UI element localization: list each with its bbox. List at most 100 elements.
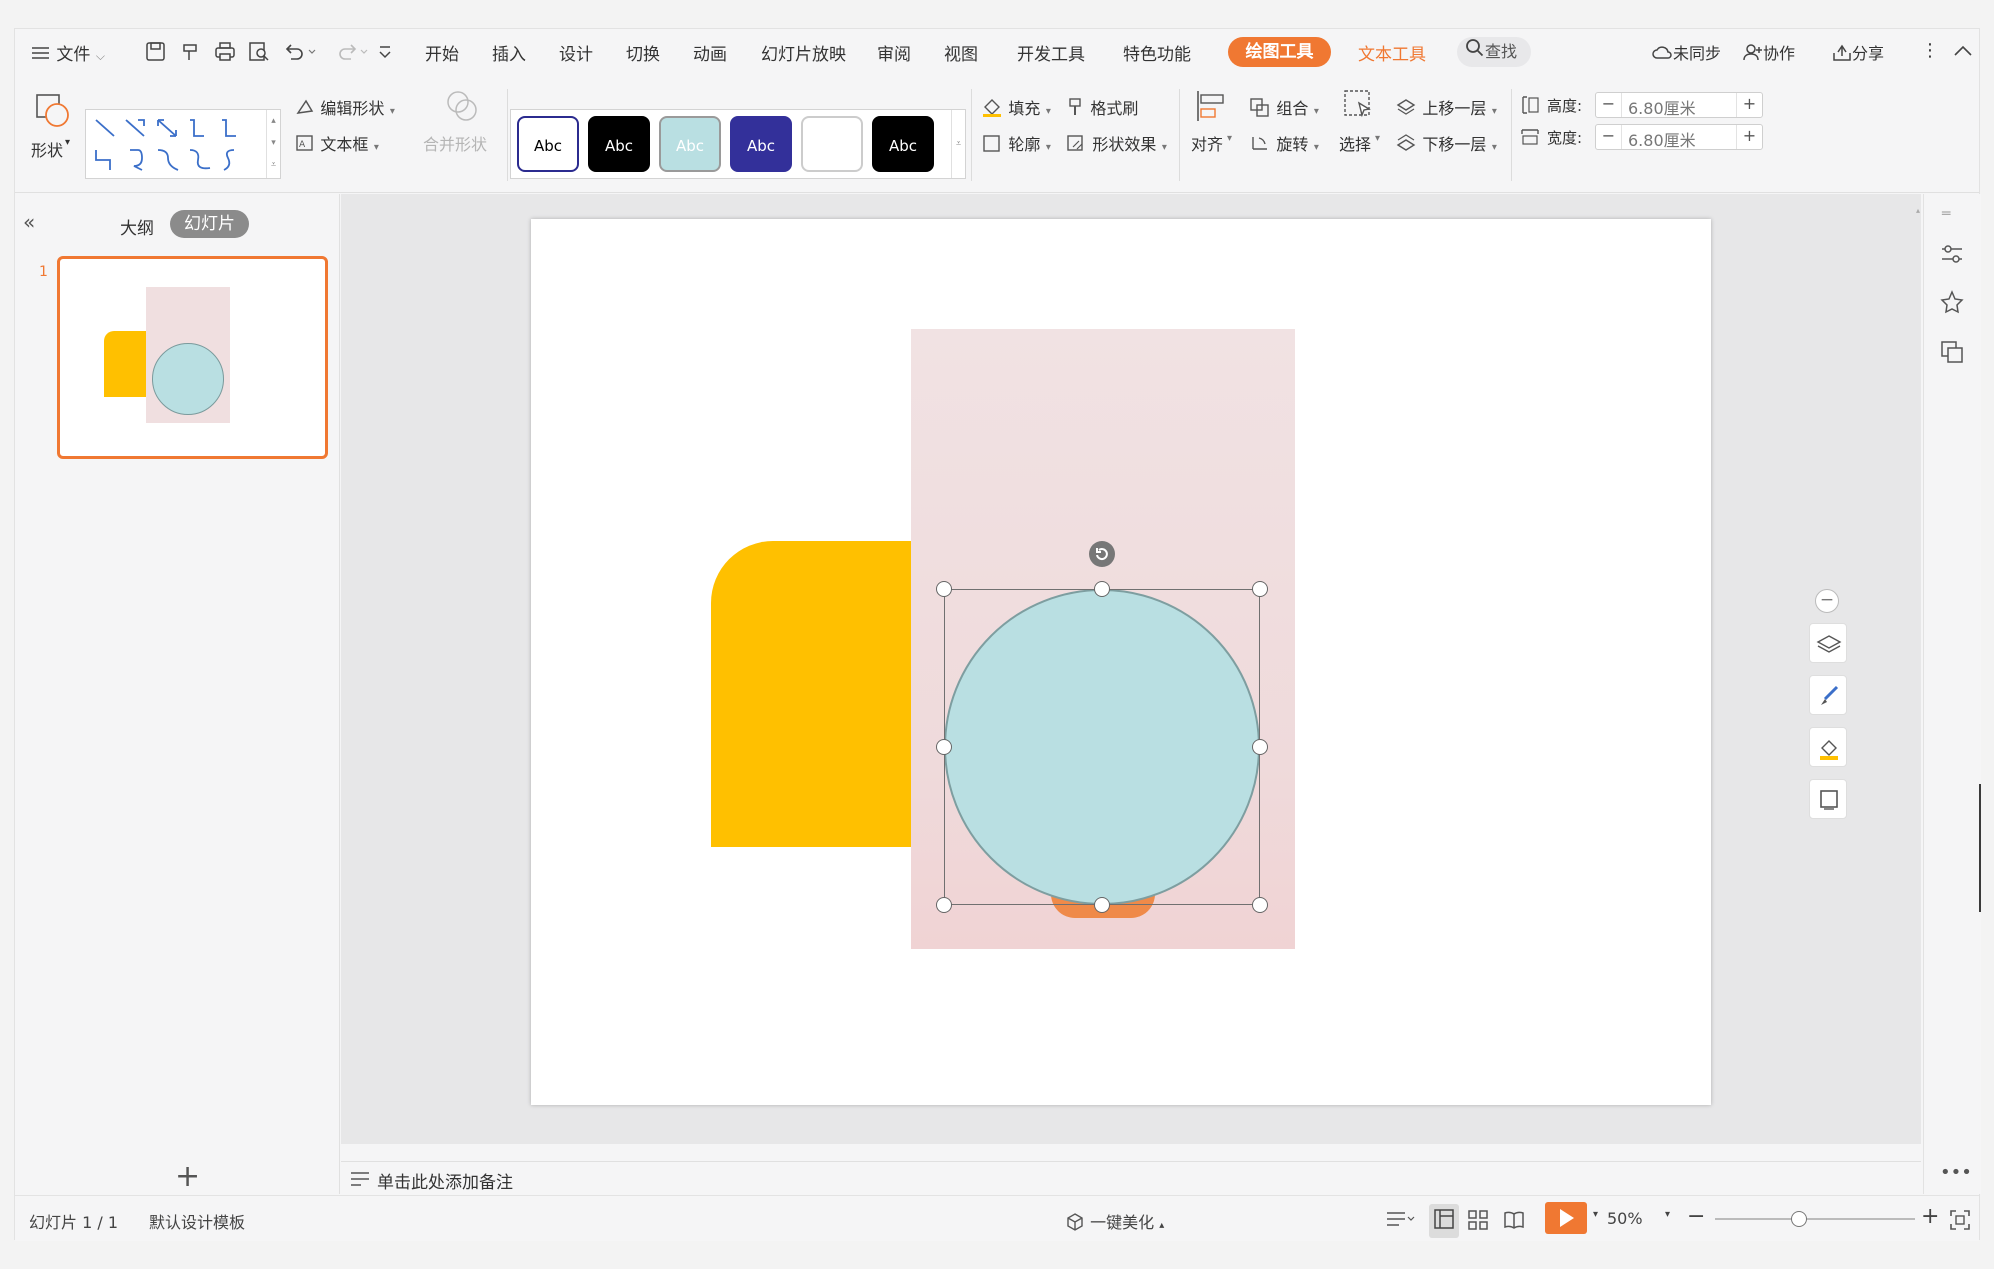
rotate-button[interactable]: 旋转 ▾ [1249,131,1319,158]
chevron-down-icon[interactable]: ▾ [1593,1209,1598,1220]
save-icon[interactable] [145,41,167,68]
zoom-level[interactable]: 50% [1607,1209,1643,1228]
shape-style-swatch[interactable]: Abc [659,116,721,172]
styles-more-button[interactable]: ⩡ [951,110,965,178]
tab-text-tools[interactable]: 文本工具 [1358,40,1426,65]
resize-handle-top-right[interactable] [1252,581,1268,597]
shape-style-swatch[interactable] [801,116,863,172]
height-value[interactable]: 6.80厘米 [1628,95,1696,119]
more-options-icon[interactable]: ⋮ [1921,40,1939,61]
properties-icon[interactable] [1940,242,1964,271]
drag-handle-icon[interactable]: ═ [1942,206,1950,222]
height-decrement-button[interactable]: − [1596,93,1622,117]
notes-bar[interactable]: 单击此处添加备注 [341,1161,1921,1195]
fit-window-icon[interactable] [1949,1209,1971,1235]
yellow-rounded-shape[interactable] [711,541,921,847]
text-box-button[interactable]: A 文本框 ▾ [295,131,379,157]
tab-slideshow[interactable]: 幻灯片放映 [761,40,846,65]
layers-button[interactable] [1809,623,1847,663]
resize-handle-left[interactable] [936,739,952,755]
more-icon[interactable]: ••• [1940,1162,1972,1183]
template-name[interactable]: 默认设计模板 [149,1209,245,1233]
print-preview-icon[interactable] [248,41,270,68]
selected-circle-shape[interactable] [944,589,1260,905]
slide-thumbnail[interactable] [57,256,328,459]
bring-forward-button[interactable]: 上移一层 ▾ [1395,95,1497,122]
fill-button[interactable]: 填充 ▾ [981,95,1051,122]
width-decrement-button[interactable]: − [1596,125,1622,149]
fill-color-button[interactable] [1809,727,1847,767]
tab-slides[interactable]: 幻灯片 [170,210,249,238]
resize-handle-top-left[interactable] [936,581,952,597]
rotate-handle[interactable] [1089,541,1115,567]
print-icon[interactable] [214,41,236,68]
height-increment-button[interactable]: + [1736,93,1762,117]
star-icon[interactable] [1940,290,1964,319]
width-value[interactable]: 6.80厘米 [1628,127,1696,151]
shape-style-swatch[interactable]: Abc [588,116,650,172]
tab-review[interactable]: 审阅 [877,40,911,65]
merge-shape-button[interactable]: 合并形状 [423,89,503,179]
resize-handle-bottom[interactable] [1094,897,1110,913]
resize-handle-bottom-left[interactable] [936,897,952,913]
outline-button[interactable]: 轮廓 ▾ [981,131,1051,158]
beautify-button[interactable]: 一键美化 ▴ [1065,1209,1164,1236]
vertical-scrollbar[interactable]: ▴ [1916,204,1921,1134]
zoom-slider[interactable] [1715,1211,1915,1227]
undo-icon[interactable] [283,41,317,68]
share-button[interactable]: 分享 [1832,40,1884,66]
shape-style-swatch[interactable]: Abc [517,116,579,172]
shape-style-swatch[interactable]: Abc [730,116,792,172]
height-stepper[interactable]: − 6.80厘米 + [1595,92,1763,118]
tab-special-features[interactable]: 特色功能 [1123,40,1191,65]
sync-status[interactable]: 未同步 [1651,40,1721,66]
redo-icon[interactable] [337,41,371,68]
search-button[interactable]: 查找 [1457,37,1531,67]
normal-view-icon[interactable] [1429,1204,1459,1238]
outline-style-button[interactable] [1809,779,1847,819]
tab-view[interactable]: 视图 [944,40,978,65]
line-shapes-gallery[interactable]: ▴ ▾ ⩡ [85,109,281,179]
tab-insert[interactable]: 插入 [492,40,526,65]
zoom-in-button[interactable]: + [1921,1204,1939,1229]
tab-developer[interactable]: 开发工具 [1017,40,1085,65]
add-slide-button[interactable]: + [175,1159,200,1194]
shape-button[interactable]: 形状 ▾ [29,85,73,185]
tab-outline[interactable]: 大纲 [120,214,154,239]
tab-animations[interactable]: 动画 [693,40,727,65]
collapse-float-toolbar-icon[interactable]: − [1815,589,1839,613]
tab-design[interactable]: 设计 [559,40,593,65]
width-stepper[interactable]: − 6.80厘米 + [1595,124,1763,150]
resize-handle-top[interactable] [1094,581,1110,597]
collaborate-button[interactable]: 协作 [1743,40,1795,66]
zoom-slider-thumb[interactable] [1791,1211,1807,1227]
format-brush-icon[interactable] [180,41,202,68]
shape-effects-button[interactable]: 形状效果 ▾ [1065,131,1167,158]
resize-handle-bottom-right[interactable] [1252,897,1268,913]
width-increment-button[interactable]: + [1736,125,1762,149]
tab-transitions[interactable]: 切换 [626,40,660,65]
tab-drawing-tools[interactable]: 绘图工具 [1228,37,1331,67]
shape-style-swatch[interactable]: Abc [872,116,934,172]
edit-shape-button[interactable]: 编辑形状 ▾ [295,95,395,121]
resize-handle-right[interactable] [1252,739,1268,755]
notes-placeholder[interactable]: 单击此处添加备注 [377,1168,513,1193]
group-button[interactable]: 组合 ▾ [1249,95,1319,122]
gallery-scroll[interactable]: ▴ ▾ ⩡ [266,110,280,178]
grid-view-icon[interactable] [1467,1209,1489,1235]
customize-toolbar-icon[interactable] [377,43,393,66]
style-brush-button[interactable] [1809,675,1847,715]
select-button[interactable]: 选择 ▾ [1335,89,1385,179]
file-menu[interactable]: 文件 ⌵ [31,40,105,66]
collapse-ribbon-icon[interactable] [1953,43,1973,63]
chevron-down-icon[interactable]: ▾ [1665,1209,1670,1220]
align-button[interactable]: 对齐 ▾ [1187,89,1237,179]
send-backward-button[interactable]: 下移一层 ▾ [1395,131,1497,158]
play-slideshow-button[interactable] [1545,1202,1587,1234]
notes-toggle-icon[interactable] [1385,1209,1415,1233]
format-painter-button[interactable]: 格式刷 [1065,95,1138,122]
copy-icon[interactable] [1940,340,1964,369]
tab-home[interactable]: 开始 [425,40,459,65]
zoom-out-button[interactable]: − [1687,1204,1705,1229]
collapse-panel-icon[interactable]: « [23,210,35,234]
